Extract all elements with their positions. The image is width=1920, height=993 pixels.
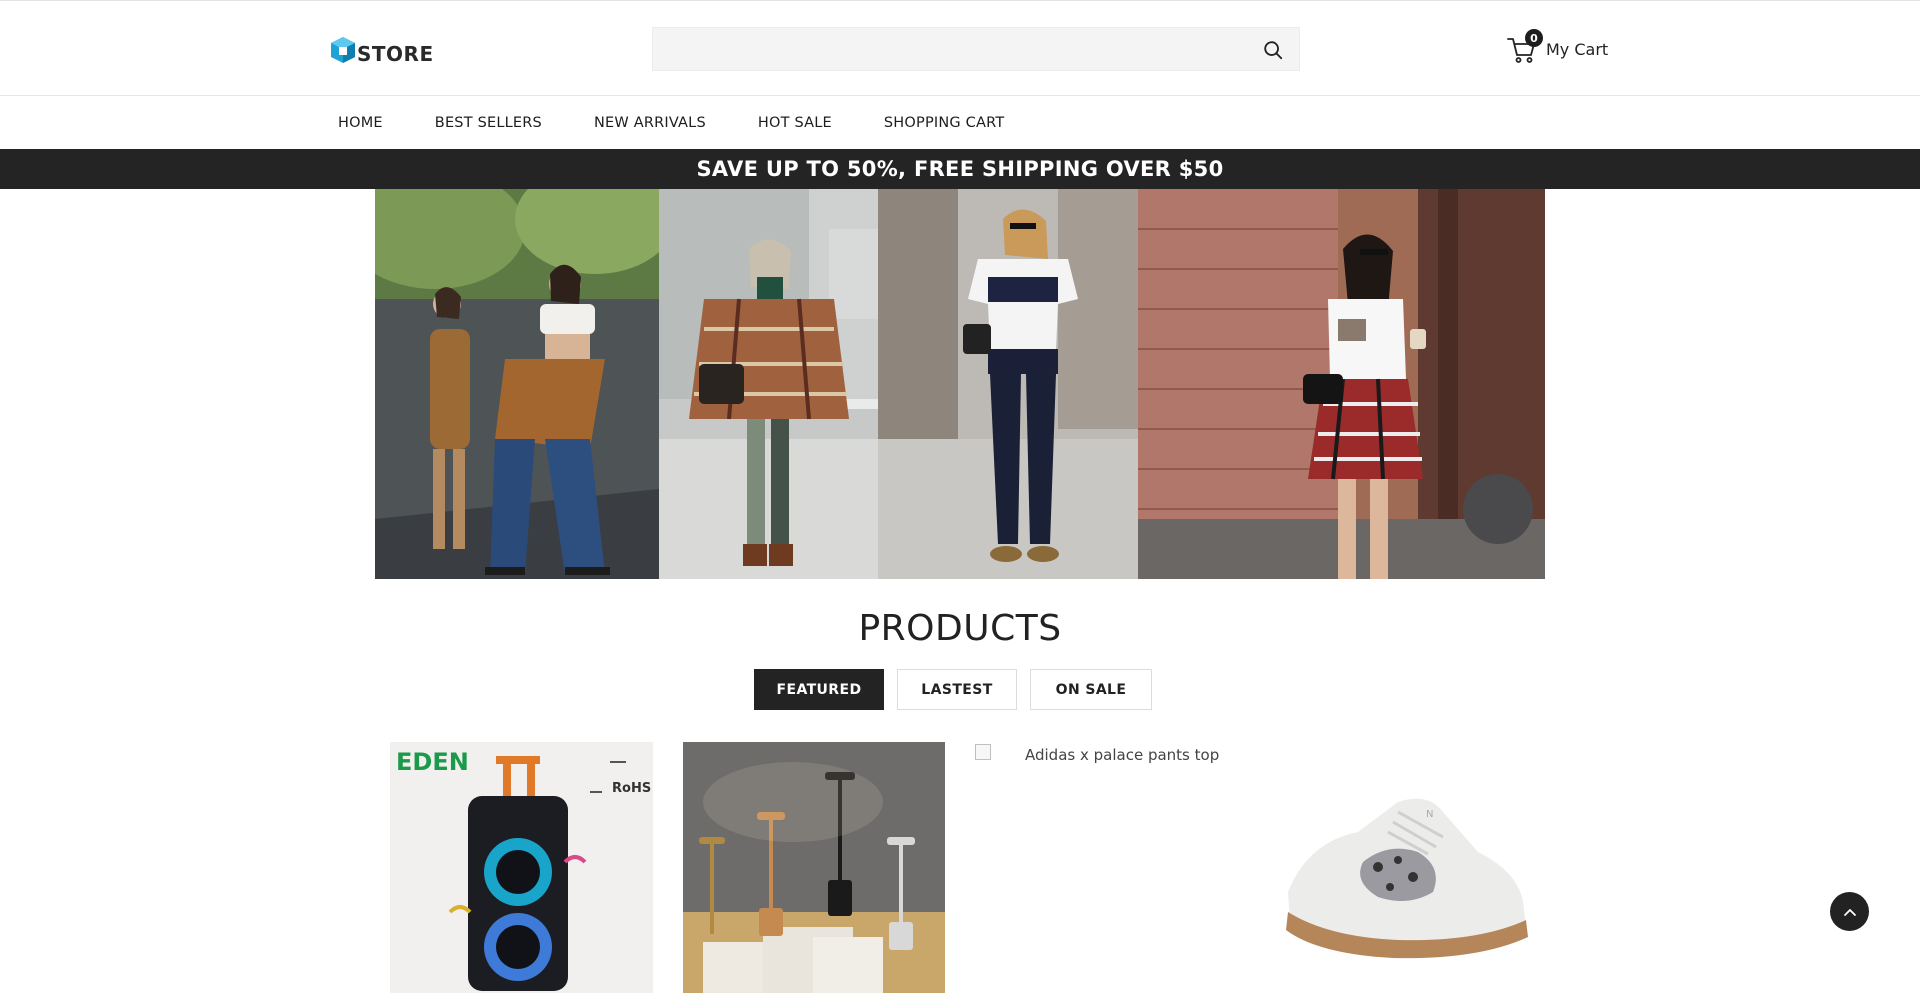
- broken-image-icon: [975, 744, 991, 760]
- sneaker-product-image: N: [1268, 742, 1540, 993]
- plaid-waist-image: [1138, 189, 1545, 579]
- cart-icon-wrap: 0: [1506, 29, 1543, 65]
- nav-item-hot-sale[interactable]: HOT SALE: [758, 115, 832, 131]
- promo-text: SAVE UP TO 50%, FREE SHIPPING OVER $50: [696, 157, 1224, 181]
- street-fashion-image: [375, 189, 659, 579]
- product-tabs: FEATURED LASTEST ON SALE: [754, 669, 1152, 710]
- striped-tee-image: [878, 189, 1138, 579]
- cart-button[interactable]: 0 My Cart: [1506, 29, 1609, 67]
- product-grid: EDEN RoHS Adidas x palace pants top N: [390, 742, 1540, 993]
- back-to-top-button[interactable]: [1830, 892, 1869, 931]
- lamps-product-image: [683, 742, 945, 993]
- store-logo[interactable]: STORE: [328, 33, 434, 67]
- speaker-brand-text: EDEN: [396, 748, 469, 776]
- search-button[interactable]: [1261, 38, 1285, 62]
- nav-item-home[interactable]: HOME: [338, 115, 383, 131]
- broken-image-area: Adidas x palace pants top: [975, 742, 1237, 993]
- main-nav: HOME BEST SELLERS NEW ARRIVALS HOT SALE …: [0, 97, 1920, 149]
- search-input[interactable]: [653, 28, 1253, 70]
- banner-panel-plaid-cape: [659, 189, 878, 579]
- hero-banner[interactable]: [375, 189, 1545, 579]
- cart-count-badge: 0: [1525, 29, 1543, 47]
- search-bar: [652, 27, 1300, 71]
- banner-panel-street-walk: [375, 189, 659, 579]
- speaker-product-image: EDEN RoHS: [390, 742, 653, 993]
- banner-panel-striped-tee: [878, 189, 1138, 579]
- product-card-sneaker[interactable]: N: [1268, 742, 1540, 993]
- nav-item-new-arrivals[interactable]: NEW ARRIVALS: [594, 115, 706, 131]
- site-header: STORE 0 My Cart: [0, 1, 1920, 96]
- cart-label: My Cart: [1546, 39, 1609, 59]
- banner-panel-plaid-waist: [1138, 189, 1545, 579]
- product-card-speaker[interactable]: EDEN RoHS: [390, 742, 653, 993]
- logo-cube-icon: [331, 37, 355, 63]
- product-card-adidas[interactable]: Adidas x palace pants top: [975, 742, 1237, 993]
- tab-lastest[interactable]: LASTEST: [897, 669, 1017, 710]
- search-icon: [1264, 41, 1283, 60]
- product-card-lamps[interactable]: [683, 742, 945, 993]
- nav-item-shopping-cart[interactable]: SHOPPING CART: [884, 115, 1005, 131]
- promo-bar: SAVE UP TO 50%, FREE SHIPPING OVER $50: [0, 149, 1920, 189]
- speaker-cert-text: RoHS: [612, 781, 651, 796]
- tab-on-sale[interactable]: ON SALE: [1030, 669, 1152, 710]
- broken-image-alt-text: Adidas x palace pants top: [1025, 746, 1220, 764]
- svg-text:N: N: [1426, 809, 1433, 820]
- products-title: PRODUCTS: [858, 608, 1062, 649]
- chevron-up-icon: [1843, 908, 1856, 916]
- logo-text: STORE: [357, 42, 434, 66]
- plaid-cape-image: [659, 189, 878, 579]
- tab-featured[interactable]: FEATURED: [754, 669, 884, 710]
- nav-item-best-sellers[interactable]: BEST SELLERS: [435, 115, 542, 131]
